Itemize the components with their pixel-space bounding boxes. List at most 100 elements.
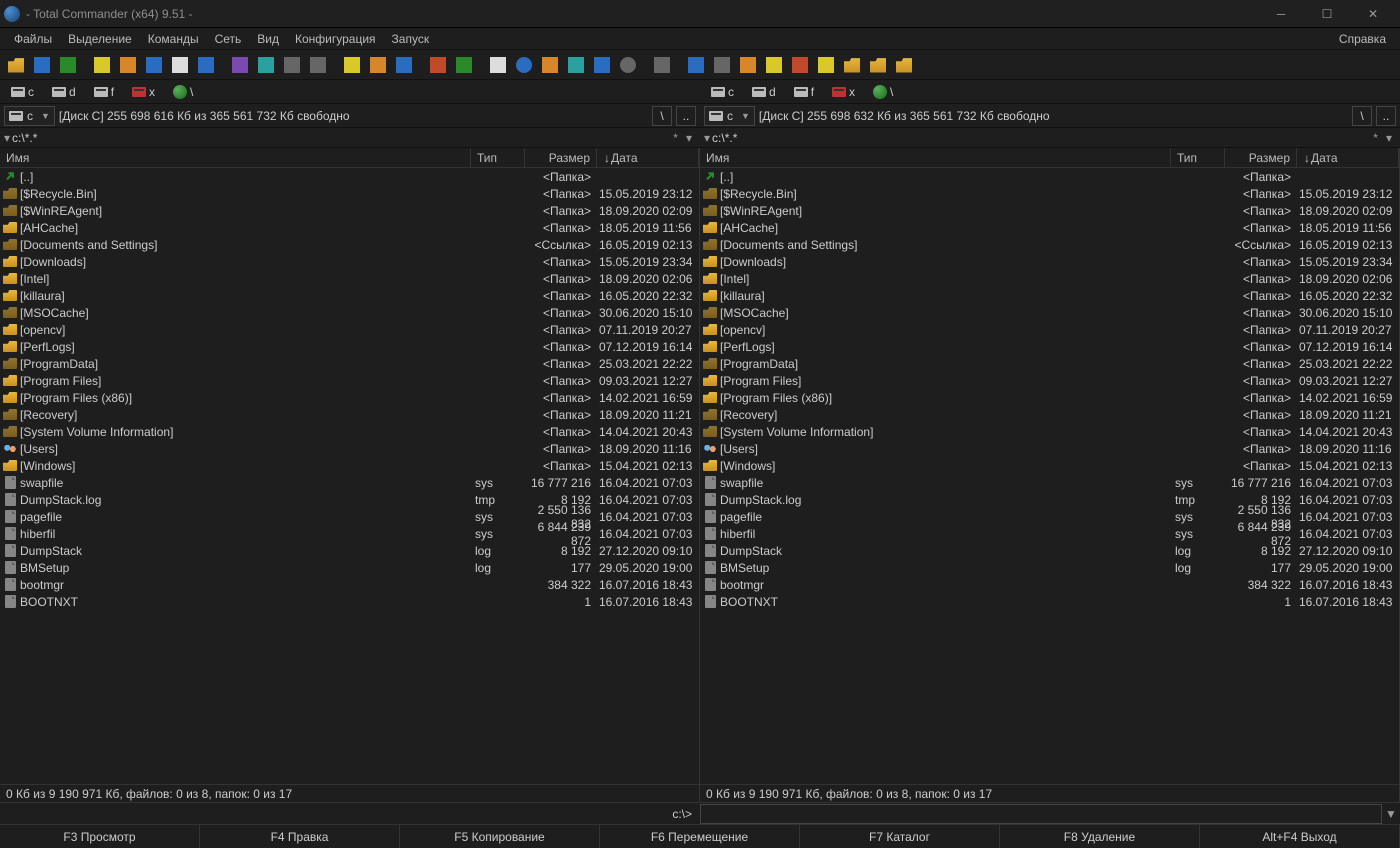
go-icon[interactable] — [512, 53, 536, 77]
root-button-right[interactable]: \ — [1352, 106, 1372, 126]
drive-x[interactable]: x — [125, 82, 162, 102]
drive-d[interactable]: d — [745, 82, 783, 102]
list-item[interactable]: BMSetuplog17729.05.2020 19:00 — [700, 559, 1399, 576]
drive-x[interactable]: x — [825, 82, 862, 102]
cd-icon[interactable] — [616, 53, 640, 77]
list-item[interactable]: [AHCache]<Папка>18.05.2019 11:56 — [700, 219, 1399, 236]
filelist-right[interactable]: ➜[..]<Папка>[$Recycle.Bin]<Папка>15.05.2… — [700, 168, 1399, 784]
list-item[interactable]: [Users]<Папка>18.09.2020 11:16 — [0, 440, 699, 457]
drive-f[interactable]: f — [787, 82, 821, 102]
favorites-button[interactable]: * — [1373, 131, 1378, 145]
list-item[interactable]: [killaura]<Папка>16.05.2020 22:32 — [0, 287, 699, 304]
menu-запуск[interactable]: Запуск — [384, 28, 438, 50]
list-item[interactable]: [Program Files (x86)]<Папка>14.02.2021 1… — [700, 389, 1399, 406]
bug-icon[interactable] — [650, 53, 674, 77]
menu-команды[interactable]: Команды — [140, 28, 207, 50]
pathbar-left[interactable]: ▾ c:\*.* * ▾ — [0, 128, 700, 148]
header-size[interactable]: Размер — [525, 148, 597, 167]
list-item[interactable]: [opencv]<Папка>07.11.2019 20:27 — [700, 321, 1399, 338]
list-item[interactable]: [AHCache]<Папка>18.05.2019 11:56 — [0, 219, 699, 236]
header-name[interactable]: Имя — [0, 148, 471, 167]
history-button[interactable]: ▾ — [686, 131, 692, 145]
list-item[interactable]: [Downloads]<Папка>15.05.2019 23:34 — [0, 253, 699, 270]
list-item[interactable]: [ProgramData]<Папка>25.03.2021 22:22 — [700, 355, 1399, 372]
doc-icon[interactable] — [168, 53, 192, 77]
list-item[interactable]: [MSOCache]<Папка>30.06.2020 15:10 — [700, 304, 1399, 321]
list-item[interactable]: [System Volume Information]<Папка>14.04.… — [700, 423, 1399, 440]
header-date[interactable]: ↓Дата — [597, 148, 699, 167]
minimize-button[interactable]: ─ — [1258, 0, 1304, 28]
list-item[interactable]: [$WinREAgent]<Папка>18.09.2020 02:09 — [700, 202, 1399, 219]
list-item[interactable]: bootmgr384 32216.07.2016 18:43 — [0, 576, 699, 593]
tool-2-icon[interactable] — [280, 53, 304, 77]
drive-combo-left[interactable]: c ▼ — [4, 106, 55, 126]
menu-вид[interactable]: Вид — [249, 28, 287, 50]
close-button[interactable]: ✕ — [1350, 0, 1396, 28]
header-ext[interactable]: Тип — [1171, 148, 1225, 167]
list-item[interactable]: ➜[..]<Папка> — [700, 168, 1399, 185]
flag-icon[interactable] — [564, 53, 588, 77]
paint-icon[interactable] — [228, 53, 252, 77]
list-item[interactable]: [$Recycle.Bin]<Папка>15.05.2019 23:12 — [0, 185, 699, 202]
menu-выделение[interactable]: Выделение — [60, 28, 140, 50]
folder1-icon[interactable] — [840, 53, 864, 77]
list-item[interactable]: swapfilesys16 777 21616.04.2021 07:03 — [0, 474, 699, 491]
list-item[interactable]: BOOTNXT116.07.2016 18:43 — [0, 593, 699, 610]
fkey-f8[interactable]: F8 Удаление — [1000, 825, 1200, 848]
trash-icon[interactable] — [710, 53, 734, 77]
list-item[interactable]: [Windows]<Папка>15.04.2021 02:13 — [700, 457, 1399, 474]
drive-\[interactable]: \ — [166, 82, 200, 102]
fkey-f7[interactable]: F7 Каталог — [800, 825, 1000, 848]
menu-конфигурация[interactable]: Конфигурация — [287, 28, 384, 50]
list-item[interactable]: [$Recycle.Bin]<Папка>15.05.2019 23:12 — [700, 185, 1399, 202]
split-icon[interactable] — [30, 53, 54, 77]
fkey-f5[interactable]: F5 Копирование — [400, 825, 600, 848]
monitor-icon[interactable] — [684, 53, 708, 77]
folder2-icon[interactable] — [866, 53, 890, 77]
list-item[interactable]: [PerfLogs]<Папка>07.12.2019 16:14 — [0, 338, 699, 355]
window-icon[interactable] — [590, 53, 614, 77]
list-item[interactable]: [Documents and Settings]<Ссылка>16.05.20… — [0, 236, 699, 253]
desktop-icon[interactable] — [116, 53, 140, 77]
header-size[interactable]: Размер — [1225, 148, 1297, 167]
menu-файлы[interactable]: Файлы — [6, 28, 60, 50]
drive-f[interactable]: f — [87, 82, 121, 102]
list-item[interactable]: DumpStacklog8 19227.12.2020 09:10 — [0, 542, 699, 559]
pathbar-right[interactable]: ▾ c:\*.* * ▾ — [700, 128, 1400, 148]
header-ext[interactable]: Тип — [471, 148, 525, 167]
people-icon[interactable] — [392, 53, 416, 77]
list-item[interactable]: ➜[..]<Папка> — [0, 168, 699, 185]
list-item[interactable]: [PerfLogs]<Папка>07.12.2019 16:14 — [700, 338, 1399, 355]
list-item[interactable]: [Program Files]<Папка>09.03.2021 12:27 — [0, 372, 699, 389]
windows-icon[interactable] — [90, 53, 114, 77]
list-item[interactable]: [Downloads]<Папка>15.05.2019 23:34 — [700, 253, 1399, 270]
disk-icon[interactable] — [426, 53, 450, 77]
pack-icon[interactable] — [736, 53, 760, 77]
history-button[interactable]: ▾ — [1386, 131, 1392, 145]
list-item[interactable]: [killaura]<Папка>16.05.2020 22:32 — [700, 287, 1399, 304]
up-button-left[interactable]: .. — [676, 106, 696, 126]
list-item[interactable]: [ProgramData]<Папка>25.03.2021 22:22 — [0, 355, 699, 372]
header-name[interactable]: Имя — [700, 148, 1171, 167]
star-icon[interactable] — [814, 53, 838, 77]
list-item[interactable]: [Program Files]<Папка>09.03.2021 12:27 — [700, 372, 1399, 389]
tool-1-icon[interactable] — [254, 53, 278, 77]
list-item[interactable]: [Program Files (x86)]<Папка>14.02.2021 1… — [0, 389, 699, 406]
fkey-f4[interactable]: F4 Правка — [200, 825, 400, 848]
box-icon[interactable] — [366, 53, 390, 77]
list-item[interactable]: hiberfilsys6 844 239 87216.04.2021 07:03 — [0, 525, 699, 542]
list-item[interactable]: bootmgr384 32216.07.2016 18:43 — [700, 576, 1399, 593]
list-item[interactable]: [Documents and Settings]<Ссылка>16.05.20… — [700, 236, 1399, 253]
up-button-right[interactable]: .. — [1376, 106, 1396, 126]
fkey-f6[interactable]: F6 Перемещение — [600, 825, 800, 848]
list-item[interactable]: [Intel]<Папка>18.09.2020 02:06 — [700, 270, 1399, 287]
list-item[interactable]: [Recovery]<Папка>18.09.2020 11:21 — [700, 406, 1399, 423]
gear-icon[interactable] — [340, 53, 364, 77]
drive-combo-right[interactable]: c ▼ — [704, 106, 755, 126]
screen-icon[interactable] — [142, 53, 166, 77]
header-date[interactable]: ↓Дата — [1297, 148, 1399, 167]
note-icon[interactable] — [486, 53, 510, 77]
list-item[interactable]: BMSetuplog17729.05.2020 19:00 — [0, 559, 699, 576]
list-item[interactable]: [Intel]<Папка>18.09.2020 02:06 — [0, 270, 699, 287]
cmd-icon[interactable] — [306, 53, 330, 77]
